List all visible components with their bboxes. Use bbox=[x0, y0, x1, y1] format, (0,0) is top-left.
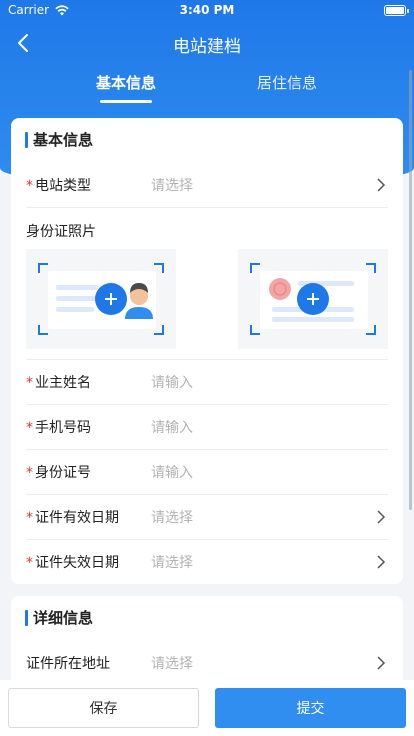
id-front-upload[interactable] bbox=[26, 249, 176, 349]
owner-name-label: 业主姓名 bbox=[35, 375, 91, 391]
phone-input[interactable]: 请输入 bbox=[151, 417, 193, 437]
station-type-select[interactable]: 请选择 bbox=[151, 175, 193, 195]
tab-bar: 基本信息 居住信息 bbox=[0, 72, 414, 106]
id-number-input[interactable]: 请输入 bbox=[151, 462, 193, 482]
id-address-select[interactable]: 请选择 bbox=[151, 653, 193, 673]
submit-button[interactable]: 提交 bbox=[215, 688, 406, 728]
plus-icon bbox=[105, 293, 117, 305]
save-button[interactable]: 保存 bbox=[8, 688, 199, 728]
id-photo-label: 身份证照片 bbox=[26, 224, 96, 240]
required-mark: * bbox=[26, 510, 33, 526]
nav-bar: 电站建档 bbox=[0, 22, 414, 64]
id-address-label: 证件所在地址 bbox=[26, 656, 110, 672]
add-front-photo-button[interactable] bbox=[95, 283, 127, 315]
plus-icon bbox=[307, 293, 319, 305]
station-type-row[interactable]: * 电站类型 请选择 bbox=[26, 163, 388, 208]
status-time: 3:40 PM bbox=[179, 3, 235, 17]
id-back-upload[interactable] bbox=[238, 249, 388, 349]
required-mark: * bbox=[26, 375, 33, 391]
footer-bar: 保存 提交 bbox=[0, 680, 414, 736]
phone-label: 手机号码 bbox=[35, 420, 91, 436]
expire-date-row[interactable]: * 证件失效日期 请选择 bbox=[26, 540, 388, 585]
page-title: 电站建档 bbox=[173, 37, 241, 57]
id-number-label: 身份证号 bbox=[35, 465, 91, 481]
owner-name-row[interactable]: * 业主姓名 请输入 bbox=[26, 360, 388, 405]
scrollbar[interactable] bbox=[409, 70, 412, 510]
required-mark: * bbox=[26, 465, 33, 481]
chevron-right-icon bbox=[377, 656, 386, 670]
tab-basic-info[interactable]: 基本信息 bbox=[96, 72, 156, 93]
section-title-detail: 详细信息 bbox=[25, 608, 93, 628]
tab-indicator bbox=[100, 100, 152, 103]
id-number-row[interactable]: * 身份证号 请输入 bbox=[26, 450, 388, 495]
required-mark: * bbox=[26, 178, 33, 194]
required-mark: * bbox=[26, 420, 33, 436]
valid-date-label: 证件有效日期 bbox=[35, 510, 119, 526]
chevron-right-icon bbox=[377, 510, 386, 524]
status-bar: Carrier 3:40 PM bbox=[0, 0, 414, 22]
chevron-right-icon bbox=[377, 555, 386, 569]
expire-date-label: 证件失效日期 bbox=[35, 555, 119, 571]
valid-date-select[interactable]: 请选择 bbox=[151, 507, 193, 527]
basic-info-card: 基本信息 * 电站类型 请选择 身份证照片 * 业主姓名 请输入 * 手机号码 … bbox=[11, 118, 403, 584]
required-mark: * bbox=[26, 555, 33, 571]
chevron-right-icon bbox=[377, 178, 386, 192]
expire-date-select[interactable]: 请选择 bbox=[151, 552, 193, 572]
add-back-photo-button[interactable] bbox=[297, 283, 329, 315]
tab-residence-info[interactable]: 居住信息 bbox=[257, 72, 317, 93]
owner-name-input[interactable]: 请输入 bbox=[151, 372, 193, 392]
section-title-basic: 基本信息 bbox=[25, 130, 93, 150]
station-type-label: 电站类型 bbox=[35, 178, 91, 194]
phone-row[interactable]: * 手机号码 请输入 bbox=[26, 405, 388, 450]
valid-date-row[interactable]: * 证件有效日期 请选择 bbox=[26, 495, 388, 540]
battery-icon bbox=[384, 5, 409, 16]
